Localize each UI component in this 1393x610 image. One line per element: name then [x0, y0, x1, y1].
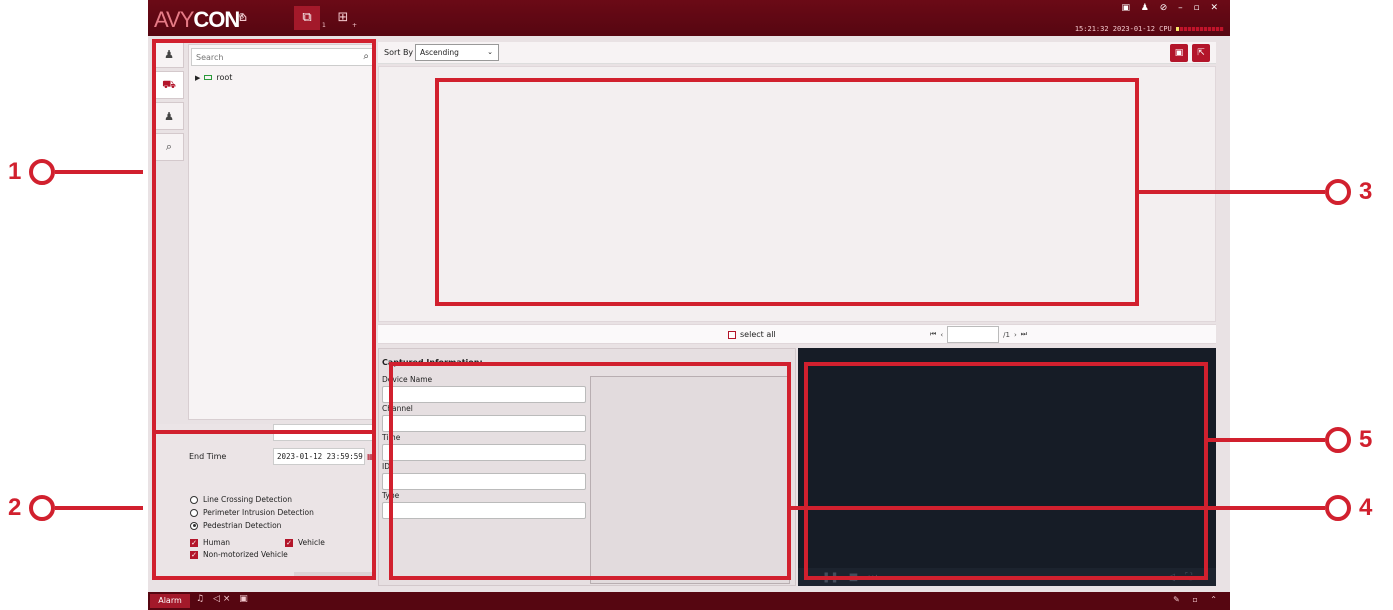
- callout-ring: [29, 159, 56, 185]
- callout-number: 2: [8, 494, 22, 521]
- sort-order-value: Ascending: [420, 48, 459, 57]
- alarm-button[interactable]: Alarm: [150, 594, 190, 608]
- add-tab-icon[interactable]: +: [352, 22, 357, 29]
- callout-line: [791, 506, 1325, 510]
- callout-line: [1139, 190, 1325, 194]
- clock-readout: 15:21:32 2023-01-12 CPU: [1075, 25, 1224, 33]
- checkbox-unchecked[interactable]: [728, 330, 736, 339]
- window-controls[interactable]: ▣ ♟ ⊘ – ▫ ✕: [1121, 3, 1222, 13]
- results-toolbar: Sort By Ascending ⌄ ▣ ⇱: [378, 42, 1216, 64]
- cpu-meter: [1176, 27, 1224, 31]
- chevron-down-icon: ⌄: [487, 48, 493, 56]
- home-icon[interactable]: ⌂: [230, 6, 256, 30]
- save-icon[interactable]: ▣: [1170, 44, 1188, 62]
- status-bar: Alarm ♫ ◁× ▣ ✎ ▫ ⌃: [148, 592, 1230, 610]
- callout-ring: [1325, 179, 1351, 205]
- tab-counter: 1: [322, 22, 326, 29]
- pagination-bar: select all ⏮ ‹ /1 › ⏭: [378, 324, 1216, 344]
- collapse-icon[interactable]: ⌃: [1210, 595, 1222, 604]
- select-all-label: select all: [740, 330, 776, 339]
- sort-by-label: Sort By: [384, 48, 414, 57]
- callout-number: 5: [1359, 426, 1373, 453]
- select-all-checkbox[interactable]: select all: [728, 330, 776, 339]
- callout-2: 2: [8, 494, 144, 522]
- mute-icon[interactable]: ◁×: [213, 594, 233, 604]
- status-icons: ♫ ◁× ▣: [196, 594, 251, 604]
- highlight-box-2: [152, 430, 376, 580]
- bell-icon[interactable]: ♫: [196, 594, 207, 604]
- highlight-box-1: [152, 39, 376, 434]
- logo-prefix: AVY: [154, 7, 194, 32]
- sort-order-select[interactable]: Ascending ⌄: [415, 44, 499, 61]
- screen-icon[interactable]: ▣: [239, 594, 251, 604]
- callout-3: 3: [1139, 178, 1372, 206]
- callout-number: 3: [1359, 178, 1373, 205]
- callout-5: 5: [1208, 426, 1372, 454]
- next-page-icon[interactable]: ›: [1014, 331, 1017, 339]
- image-search-icon[interactable]: ⧉: [294, 6, 320, 30]
- pager: ⏮ ‹ /1 › ⏭: [930, 326, 1027, 343]
- callout-line: [55, 506, 144, 510]
- first-page-icon[interactable]: ⏮: [930, 330, 936, 339]
- callout-1: 1: [8, 158, 144, 186]
- highlight-box-5: [804, 362, 1208, 580]
- callout-4: 4: [791, 494, 1372, 522]
- callout-number: 1: [8, 158, 22, 185]
- pin-icon[interactable]: ✎: [1173, 595, 1185, 604]
- restore-icon[interactable]: ▫: [1192, 595, 1202, 604]
- prev-page-icon[interactable]: ‹: [940, 331, 943, 339]
- page-total: /1: [1003, 330, 1010, 339]
- page-number-input[interactable]: [947, 326, 1000, 343]
- last-page-icon[interactable]: ⏭: [1021, 330, 1027, 339]
- status-right-icons: ✎ ▫ ⌃: [1173, 595, 1222, 604]
- highlight-box-3: [435, 78, 1139, 306]
- highlight-box-4: [389, 362, 791, 580]
- stage: AVYCON® ⌂ ⧉ 1 ⊞ + ▣ ♟ ⊘ – ▫ ✕ 15:21:32 2…: [0, 0, 1393, 610]
- callout-line: [1208, 438, 1325, 442]
- callout-ring: [1325, 427, 1351, 453]
- title-bar: AVYCON® ⌂ ⧉ 1 ⊞ + ▣ ♟ ⊘ – ▫ ✕ 15:21:32 2…: [148, 0, 1230, 36]
- callout-line: [55, 170, 144, 174]
- clock-text: 15:21:32 2023-01-12 CPU: [1074, 25, 1172, 33]
- callout-number: 4: [1359, 494, 1373, 521]
- callout-ring: [29, 495, 56, 521]
- callout-ring: [1325, 495, 1351, 521]
- export-icon[interactable]: ⇱: [1192, 44, 1210, 62]
